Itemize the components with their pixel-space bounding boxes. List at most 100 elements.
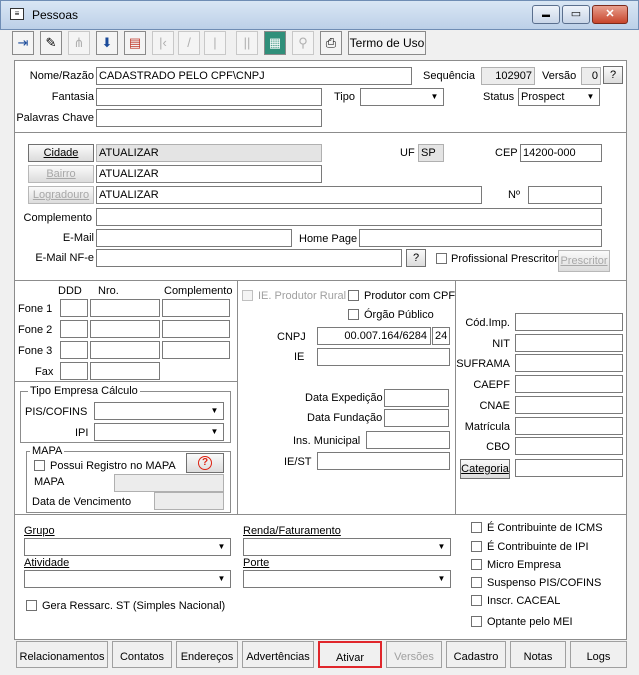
- porte-select[interactable]: ▼: [243, 570, 451, 588]
- ipi-select[interactable]: ▼: [94, 423, 224, 441]
- fax-ddd[interactable]: [60, 362, 88, 380]
- grupo-select[interactable]: ▼: [24, 538, 231, 556]
- first-record-icon[interactable]: |‹: [152, 31, 174, 55]
- help-icon: ?: [198, 456, 212, 470]
- cnpj-field[interactable]: 00.007.164/6284: [317, 327, 431, 345]
- email-field[interactable]: [96, 229, 292, 247]
- fone1-ddd[interactable]: [60, 299, 88, 317]
- micro-empresa-checkbox[interactable]: [471, 559, 482, 570]
- email-nfe-help-button[interactable]: ?: [406, 249, 426, 267]
- ins-municipal-field[interactable]: [366, 431, 450, 449]
- print-icon[interactable]: ⎙: [320, 31, 342, 55]
- fone3-label: Fone 3: [18, 345, 53, 357]
- cnae-field[interactable]: [515, 396, 623, 414]
- cbo-field[interactable]: [515, 437, 623, 455]
- logradouro-field[interactable]: ATUALIZAR: [96, 186, 482, 204]
- fone3-nro[interactable]: [90, 341, 160, 359]
- orgao-publico-checkbox[interactable]: [348, 309, 359, 320]
- ie-rural-checkbox[interactable]: [242, 290, 253, 301]
- contribuinte-ipi-checkbox[interactable]: [471, 541, 482, 552]
- cnpj-digits-field[interactable]: 24: [432, 327, 450, 345]
- ipi-label: IPI: [75, 427, 89, 439]
- uf-field: SP: [418, 144, 444, 162]
- matricula-field[interactable]: [515, 417, 623, 435]
- numero-field[interactable]: [528, 186, 602, 204]
- prof-prescritor-checkbox[interactable]: [436, 253, 447, 264]
- cod-imp-field[interactable]: [515, 313, 623, 331]
- complemento-field[interactable]: [96, 208, 602, 226]
- email-nfe-field[interactable]: [96, 249, 402, 267]
- categoria-button[interactable]: Categoria: [460, 459, 510, 479]
- tab-relacionamentos[interactable]: Relacionamentos: [16, 641, 108, 668]
- pis-cofins-select[interactable]: ▼: [94, 402, 224, 420]
- prod-cpf-checkbox[interactable]: [348, 290, 359, 301]
- contribuinte-icms-checkbox[interactable]: [471, 522, 482, 533]
- renda-select[interactable]: ▼: [243, 538, 451, 556]
- fantasia-field[interactable]: [96, 88, 322, 106]
- fone2-compl[interactable]: [162, 320, 230, 338]
- edit-pencil-icon[interactable]: ✎: [40, 31, 62, 55]
- caepf-field[interactable]: [515, 375, 623, 393]
- last-record-icon[interactable]: ||: [236, 31, 258, 55]
- mapa-help-button[interactable]: ?: [186, 453, 224, 473]
- delete-icon[interactable]: ▤: [124, 31, 146, 55]
- termo-de-uso-button[interactable]: Termo de Uso: [348, 31, 426, 55]
- tab-contatos[interactable]: Contatos: [112, 641, 172, 668]
- ie-st-field[interactable]: [317, 452, 450, 470]
- grupo-label: Grupo: [24, 525, 55, 537]
- bairro-button[interactable]: Bairro: [28, 165, 94, 183]
- optante-mei-checkbox[interactable]: [471, 616, 482, 627]
- nome-field[interactable]: CADASTRADO PELO CPF\CNPJ: [96, 67, 412, 85]
- next-record-icon[interactable]: |: [204, 31, 226, 55]
- email-label: E-Mail: [62, 232, 94, 244]
- tab-logs[interactable]: Logs: [570, 641, 627, 668]
- palavras-field[interactable]: [96, 109, 322, 127]
- ie-field[interactable]: [317, 348, 450, 366]
- fone2-ddd[interactable]: [60, 320, 88, 338]
- fone3-compl[interactable]: [162, 341, 230, 359]
- fax-nro[interactable]: [90, 362, 160, 380]
- gera-ressarc-checkbox[interactable]: [26, 600, 37, 611]
- inscr-caceal-checkbox[interactable]: [471, 595, 482, 606]
- possui-registro-checkbox[interactable]: [34, 460, 45, 471]
- filter-icon[interactable]: ⚲: [292, 31, 314, 55]
- tipo-select[interactable]: ▼: [360, 88, 444, 106]
- cidade-button[interactable]: Cidade: [28, 144, 94, 162]
- fone1-compl[interactable]: [162, 299, 230, 317]
- versao-help-button[interactable]: ?: [603, 66, 623, 84]
- tab-cadastro[interactable]: Cadastro: [446, 641, 506, 668]
- close-button[interactable]: ✕: [592, 5, 628, 24]
- bairro-field[interactable]: ATUALIZAR: [96, 165, 322, 183]
- minimize-button[interactable]: ▬: [532, 5, 560, 24]
- tree-icon[interactable]: ⋔: [68, 31, 90, 55]
- categoria-field[interactable]: [515, 459, 623, 477]
- contribuinte-ipi-label: É Contribuinte de IPI: [487, 541, 589, 553]
- cidade-field: ATUALIZAR: [96, 144, 322, 162]
- tab-notas[interactable]: Notas: [510, 641, 566, 668]
- maximize-button[interactable]: ▭: [562, 5, 590, 24]
- cod-imp-label: Cód.Imp.: [465, 317, 510, 329]
- save-icon[interactable]: ⬇: [96, 31, 118, 55]
- tab-enderecos[interactable]: Endereços: [176, 641, 238, 668]
- data-fundacao-field[interactable]: [384, 409, 449, 427]
- prev-record-icon[interactable]: /: [178, 31, 200, 55]
- logradouro-button[interactable]: Logradouro: [28, 186, 94, 204]
- suframa-field[interactable]: [515, 354, 623, 372]
- tab-advertencias[interactable]: Advertências: [242, 641, 314, 668]
- status-select[interactable]: Prospect ▼: [518, 88, 600, 106]
- tab-versoes[interactable]: Versões: [386, 641, 442, 668]
- cep-field[interactable]: 14200-000: [520, 144, 602, 162]
- ie-label: IE: [294, 351, 305, 363]
- nit-field[interactable]: [515, 334, 623, 352]
- tab-ativar[interactable]: Ativar: [318, 641, 382, 668]
- fone1-nro[interactable]: [90, 299, 160, 317]
- prescritor-button[interactable]: Prescritor: [558, 250, 610, 272]
- suspenso-pis-checkbox[interactable]: [471, 577, 482, 588]
- grid-icon[interactable]: ▦: [264, 31, 286, 55]
- atividade-select[interactable]: ▼: [24, 570, 231, 588]
- fone3-ddd[interactable]: [60, 341, 88, 359]
- exit-icon[interactable]: ⇥: [12, 31, 34, 55]
- fone2-nro[interactable]: [90, 320, 160, 338]
- data-expedicao-field[interactable]: [384, 389, 449, 407]
- homepage-field[interactable]: [359, 229, 602, 247]
